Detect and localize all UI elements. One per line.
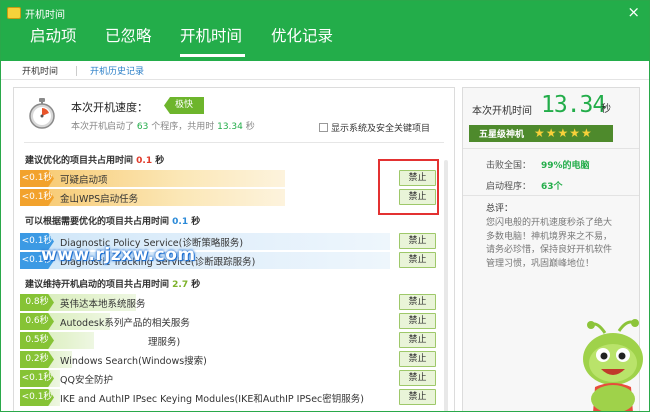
header-divider [24,142,444,143]
item-name: 可疑启动项 [60,175,108,186]
title-bar: 开机时间 × 启动项 已忽略 开机时间 优化记录 [1,1,649,61]
tab-startup-items[interactable]: 启动项 [30,24,77,46]
comment-label: 总评： [486,204,514,214]
disable-button[interactable]: 禁止 [399,332,436,348]
startup-item-row: 0.2秒 Windows Search(Windows搜索) [20,351,390,368]
boot-summary-text: 本次开机启动了 63 个程序，共用时 13.34 秒 [71,119,255,132]
item-name: QQ安全防护 [60,375,113,386]
startup-item-row: <0.1秒 IKE and AuthIP IPsec Keying Module… [20,389,390,406]
item-name: 英伟达本地系统服务 [60,299,146,310]
section-time: 0.1 [172,217,189,227]
subtab-boot-history[interactable]: 开机历史记录 [90,64,144,77]
disable-button[interactable]: 禁止 [399,233,436,249]
duration-chip: 0.8秒 [20,294,54,311]
stopwatch-icon [29,98,55,129]
app-window: 开机时间 × 启动项 已忽略 开机时间 优化记录 开机时间 开机历史记录 本次开… [0,0,650,412]
boot-speed-label: 本次开机速度： [71,101,148,114]
section-unit: 秒 [155,156,165,166]
summary-unit: 秒 [245,122,255,132]
item-name: Windows Search(Windows搜索) [60,356,207,367]
section-title: 建议优化的项目共占用时间 [25,156,134,166]
item-name: IKE and AuthIP IPsec Keying Modules(IKE和… [60,394,364,405]
beat-label: 击败全国： [486,161,532,171]
boot-seconds: 13.34 [217,122,243,132]
beat-stat: 击败全国： 99%的电脑 [486,158,590,171]
beat-value: 99%的电脑 [541,161,590,171]
disable-buttons-highlight [378,159,439,215]
tab-ignored[interactable]: 已忽略 [105,24,152,46]
item-name: 理服务) [148,337,181,348]
duration-chip: 0.2秒 [20,351,54,368]
mascot-icon [583,319,643,411]
programs-value: 63个 [541,182,563,192]
show-system-items-toggle[interactable]: 显示系统及安全关键项目 [319,121,430,134]
startup-item-row: 0.8秒 英伟达本地系统服务 [20,294,390,311]
duration-chip: <0.1秒 [20,389,54,406]
duration-chip: 0.5秒 [20,332,54,349]
section-header-suggested: 建议优化的项目共占用时间 0.1 秒 [25,153,164,166]
subtab-boot-time[interactable]: 开机时间 [22,64,58,77]
subtab-divider [76,66,77,76]
section-unit: 秒 [191,217,201,227]
boot-time-value: 13.34 [541,92,606,118]
divider [463,195,639,196]
startup-item-row: <0.1秒 QQ安全防护 [20,370,390,387]
startup-item-row: <0.1秒 可疑启动项 [20,170,390,187]
show-system-checkbox[interactable] [319,123,328,132]
startup-item-row: 0.5秒 理服务) [20,332,390,349]
window-title: 开机时间 [25,10,65,21]
duration-chip: <0.1秒 [20,170,54,187]
section-title: 建议维持开机启动的项目共占用时间 [25,280,170,290]
section-time: 0.1 [136,156,153,166]
disable-button[interactable]: 禁止 [399,252,436,268]
duration-chip: <0.1秒 [20,189,54,206]
comment-text: 您闪电般的开机速度秒杀了绝大多数电脑！神机境界来之不易，请务必珍惜，保持良好开机… [486,218,613,269]
rank-title: 五星级神机 [479,130,525,140]
rank-stars-icon: ★★★★★ [534,126,593,140]
disable-button[interactable]: 禁止 [399,351,436,367]
item-name: 金山WPS启动任务 [60,194,139,205]
startup-item-row: <0.1秒 金山WPS启动任务 [20,189,390,206]
programs-label: 启动程序： [486,182,532,192]
sub-tab-bar: 开机时间 开机历史记录 [1,61,649,80]
summary-middle: 个程序，共用时 [151,122,215,132]
app-logo-icon [7,7,21,19]
list-scrollbar[interactable] [444,160,448,411]
boot-time-label: 本次开机时间 [472,106,532,117]
disable-button[interactable]: 禁止 [399,294,436,310]
duration-chip: 0.6秒 [20,313,54,330]
section-unit: 秒 [191,280,201,290]
divider [463,148,639,149]
disable-button[interactable]: 禁止 [399,313,436,329]
disable-button[interactable]: 禁止 [399,389,436,405]
summary-prefix: 本次开机启动了 [71,122,135,132]
close-button[interactable]: × [627,4,640,20]
duration-chip: <0.1秒 [20,370,54,387]
speed-rating-badge: 极快 [164,97,204,114]
section-header-optional: 可以根据需要优化的项目共占用时间 0.1 秒 [25,214,200,227]
program-count: 63 [136,122,149,132]
startup-item-row: 0.6秒 Autodesk系列产品的相关服务 [20,313,390,330]
item-name: Autodesk系列产品的相关服务 [60,318,190,329]
tab-optimization-log[interactable]: 优化记录 [271,24,333,46]
section-title: 可以根据需要优化的项目共占用时间 [25,217,170,227]
programs-stat: 启动程序： 63个 [486,179,563,192]
boot-time-unit: 秒 [601,104,611,115]
tab-boot-time[interactable]: 开机时间 [180,24,242,46]
section-header-keep: 建议维持开机启动的项目共占用时间 2.7 秒 [25,277,200,290]
show-system-label: 显示系统及安全关键项目 [331,124,431,134]
active-tab-indicator [180,54,245,57]
disable-button[interactable]: 禁止 [399,370,436,386]
section-time: 2.7 [172,280,189,290]
site-watermark: www.rjzxw.com [41,245,196,265]
